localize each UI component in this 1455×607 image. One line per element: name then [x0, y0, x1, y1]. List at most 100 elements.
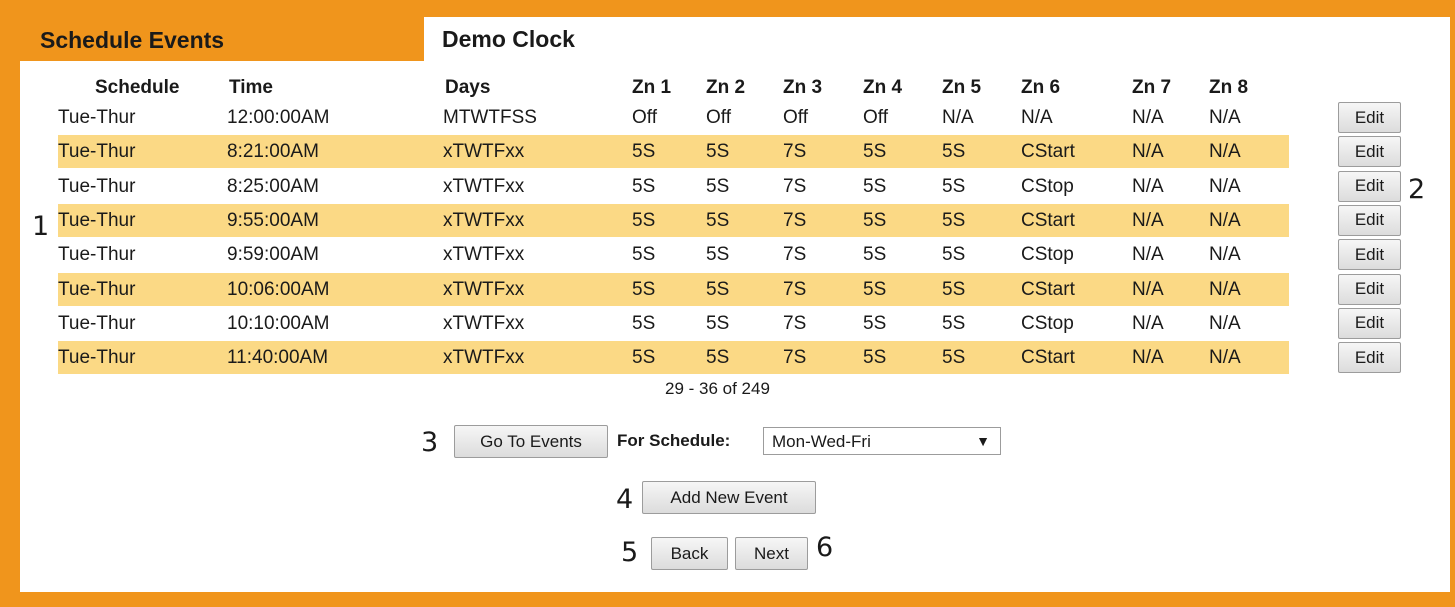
- add-new-event-button[interactable]: Add New Event: [642, 481, 816, 514]
- annotation-3: 3: [421, 427, 439, 458]
- table-cell: Tue-Thur: [58, 107, 136, 128]
- table-cell: Tue-Thur: [58, 175, 136, 197]
- table-cell: 10:10:00AM: [227, 312, 330, 334]
- clock-title: Demo Clock: [442, 26, 575, 52]
- column-header: Zn 8: [1209, 77, 1249, 98]
- table-cell: N/A: [1132, 209, 1164, 231]
- table-cell: Off: [783, 107, 808, 128]
- table-cell: 11:40:00AM: [227, 347, 329, 369]
- edit-button[interactable]: Edit: [1338, 136, 1401, 168]
- table-cell: 5S: [942, 312, 966, 334]
- table-cell: 8:21:00AM: [227, 141, 319, 163]
- annotation-2: 2: [1408, 174, 1426, 205]
- table-cell: xTWTFxx: [443, 278, 525, 300]
- table-cell: 7S: [783, 347, 807, 369]
- table-cell: 5S: [632, 278, 656, 300]
- table-cell: N/A: [1209, 209, 1241, 231]
- edit-button[interactable]: Edit: [1338, 204, 1401, 236]
- table-cell: N/A: [1209, 141, 1241, 163]
- table-cell: 5S: [942, 278, 966, 300]
- column-header: Schedule: [95, 77, 180, 98]
- table-cell: 5S: [942, 244, 966, 266]
- table-cell: Tue-Thur: [58, 278, 136, 300]
- events-panel: Schedule Time Days Zn 1 Zn 2 Zn 3 Zn 4 Zn 5 Zn 6…: [20, 61, 1450, 592]
- table-cell: CStart: [1021, 347, 1075, 369]
- table-cell: 8:25:00AM: [227, 175, 319, 197]
- table-cell: N/A: [1209, 107, 1241, 128]
- table-cell: 5S: [942, 209, 966, 231]
- edit-button[interactable]: Edit: [1338, 273, 1401, 305]
- edit-button[interactable]: Edit: [1338, 307, 1401, 339]
- table-cell: 5S: [863, 347, 887, 369]
- table-cell: 7S: [783, 141, 807, 163]
- pagination-range: 29 - 36 of 249: [665, 379, 770, 398]
- annotation-4: 4: [616, 484, 634, 515]
- column-header: Zn 5: [942, 77, 982, 98]
- table-cell: 5S: [632, 175, 656, 197]
- table-cell: N/A: [1021, 107, 1053, 128]
- column-header: Zn 1: [632, 77, 672, 98]
- annotation-6: 6: [816, 532, 834, 563]
- table-cell: 9:59:00AM: [227, 244, 319, 266]
- table-cell: xTWTFxx: [443, 312, 525, 334]
- schedule-select-value: Mon-Wed-Fri: [772, 432, 871, 451]
- table-cell: xTWTFxx: [443, 209, 525, 231]
- table-cell: 12:00:00AM: [227, 107, 330, 128]
- table-cell: 5S: [706, 175, 730, 197]
- table-cell: N/A: [1132, 141, 1164, 163]
- next-button[interactable]: Next: [735, 537, 808, 570]
- table-row: Tue-Thur 11:40:00AM xTWTFxx 5S 5S 7S 5S 5S CStar…: [58, 341, 1289, 375]
- table-cell: xTWTFxx: [443, 347, 525, 369]
- for-schedule-label: For Schedule:: [617, 431, 731, 450]
- table-row: Tue-Thur 10:10:00AM xTWTFxx 5S 5S 7S 5S 5S CStop…: [58, 307, 1289, 340]
- table-cell: N/A: [1132, 312, 1164, 334]
- table-cell: xTWTFxx: [443, 175, 525, 197]
- table-cell: CStop: [1021, 244, 1074, 266]
- table-cell: N/A: [1132, 107, 1164, 128]
- table-cell: 5S: [706, 141, 730, 163]
- edit-button[interactable]: Edit: [1338, 170, 1401, 202]
- table-row: Tue-Thur 8:21:00AM xTWTFxx 5S 5S 7S 5S 5S CStart…: [58, 135, 1289, 169]
- edit-button[interactable]: Edit: [1338, 342, 1401, 374]
- column-header: Days: [445, 77, 491, 98]
- table-cell: N/A: [1132, 244, 1164, 266]
- column-header: Zn 2: [706, 77, 746, 98]
- clock-title-bar: Demo Clock: [424, 17, 1450, 61]
- table-cell: 5S: [706, 347, 730, 369]
- back-button[interactable]: Back: [651, 537, 728, 570]
- go-to-events-button[interactable]: Go To Events: [454, 425, 608, 458]
- table-cell: xTWTFxx: [443, 141, 525, 163]
- table-cell: 7S: [783, 278, 807, 300]
- table-row: Tue-Thur 9:59:00AM xTWTFxx 5S 5S 7S 5S 5S CStop N…: [58, 238, 1289, 271]
- edit-button[interactable]: Edit: [1338, 102, 1401, 133]
- table-row: Tue-Thur 9:55:00AM xTWTFxx 5S 5S 7S 5S 5S CStart…: [58, 203, 1289, 237]
- table-cell: Off: [863, 107, 888, 128]
- table-cell: xTWTFxx: [443, 244, 525, 266]
- table-cell: CStart: [1021, 278, 1075, 300]
- table-cell: N/A: [1209, 312, 1241, 334]
- column-header: Zn 4: [863, 77, 903, 98]
- table-cell: CStart: [1021, 209, 1075, 231]
- edit-button[interactable]: Edit: [1338, 239, 1401, 271]
- table-cell: CStop: [1021, 175, 1074, 197]
- table-cell: Tue-Thur: [58, 347, 136, 369]
- table-row: Tue-Thur 12:00:00AM MTWTFSS Off Off Off Off N/A…: [58, 101, 1289, 134]
- schedule-select[interactable]: Mon-Wed-Fri ▼: [763, 427, 1001, 455]
- table-cell: 10:06:00AM: [227, 278, 330, 300]
- table-cell: 5S: [942, 141, 966, 163]
- table-cell: 5S: [863, 278, 887, 300]
- table-cell: 5S: [863, 209, 887, 231]
- column-header: Time: [229, 77, 274, 98]
- table-row: Tue-Thur 8:25:00AM xTWTFxx 5S 5S 7S 5S 5S CStop N…: [58, 170, 1289, 203]
- tab-schedule-events[interactable]: Schedule Events: [20, 17, 420, 61]
- table-cell: Tue-Thur: [58, 141, 136, 163]
- table-cell: 5S: [632, 209, 656, 231]
- table-cell: 5S: [863, 244, 887, 266]
- table-cell: N/A: [1209, 244, 1241, 266]
- table-cell: 5S: [632, 141, 656, 163]
- table-cell: Tue-Thur: [58, 209, 136, 231]
- table-cell: MTWTFSS: [443, 107, 537, 128]
- table-cell: 7S: [783, 312, 807, 334]
- table-cell: N/A: [1209, 278, 1241, 300]
- table-cell: 5S: [706, 209, 730, 231]
